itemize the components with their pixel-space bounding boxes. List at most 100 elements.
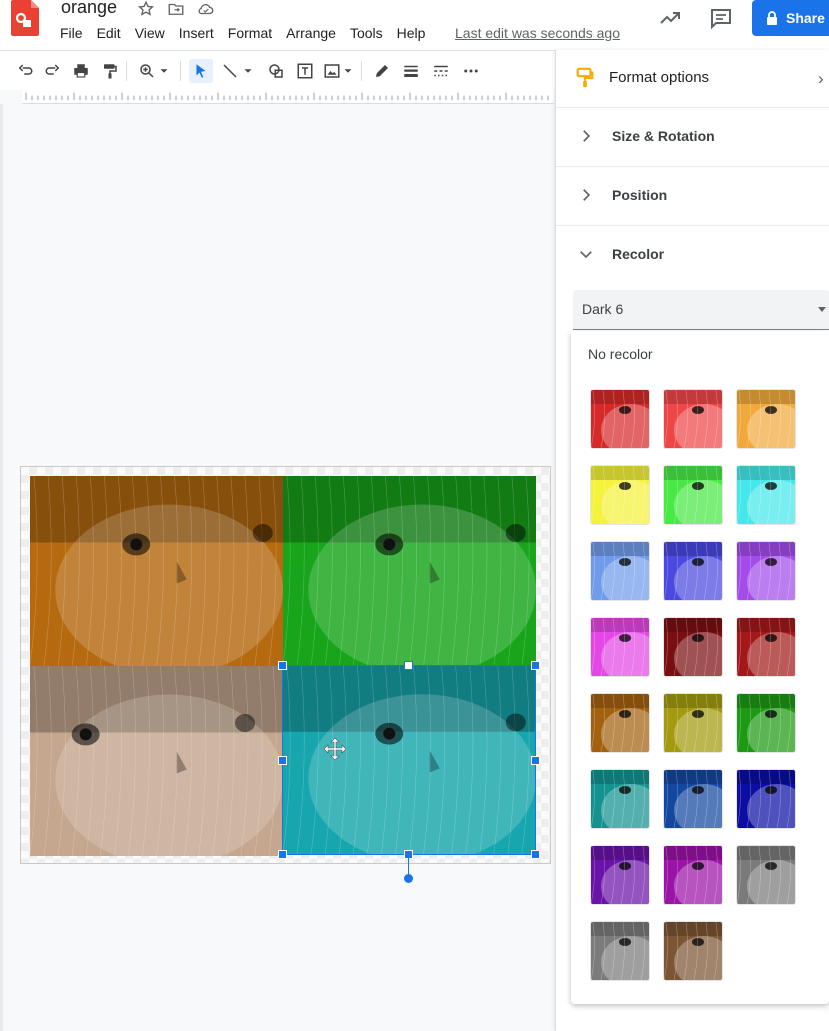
activity-dashboard-icon[interactable] [658, 6, 682, 30]
horizontal-ruler [22, 90, 554, 104]
recolor-swatch[interactable] [591, 390, 649, 448]
recolor-swatch[interactable] [591, 922, 649, 980]
section-recolor[interactable]: Recolor [556, 225, 829, 295]
resize-handle[interactable] [531, 661, 540, 670]
shape-icon [269, 64, 283, 78]
recolor-swatch[interactable] [664, 846, 722, 904]
recolor-swatch[interactable] [591, 466, 649, 524]
swatch-preview [664, 542, 722, 600]
chevron-right-icon [583, 189, 591, 201]
recolor-swatch[interactable] [737, 618, 795, 676]
menu-help[interactable]: Help [397, 25, 426, 41]
shape-tool-button[interactable] [264, 59, 288, 83]
menu-arrange[interactable]: Arrange [286, 25, 336, 41]
border-dash-button[interactable] [429, 59, 453, 83]
move-folder-icon[interactable] [166, 0, 186, 18]
share-button[interactable]: Share [752, 0, 829, 36]
recolor-swatch[interactable] [664, 390, 722, 448]
recolor-swatch[interactable] [591, 542, 649, 600]
image-dropdown[interactable] [341, 59, 355, 83]
resize-handle[interactable] [278, 756, 287, 765]
section-size-rotation[interactable]: Size & Rotation [556, 107, 829, 166]
close-icon[interactable]: › [818, 69, 824, 89]
menu-edit[interactable]: Edit [97, 25, 121, 41]
resize-handle[interactable] [531, 850, 540, 859]
more-button[interactable] [459, 59, 483, 83]
menu-view[interactable]: View [135, 25, 165, 41]
border-weight-button[interactable] [399, 59, 423, 83]
no-recolor-option[interactable]: No recolor [588, 346, 653, 362]
border-weight-icon [404, 65, 418, 77]
recolor-swatch[interactable] [591, 770, 649, 828]
swatch-preview [737, 618, 795, 676]
recolor-swatch[interactable] [591, 618, 649, 676]
swatch-preview [664, 466, 722, 524]
swatch-preview [591, 922, 649, 980]
recolor-swatch[interactable] [664, 770, 722, 828]
recolor-swatch[interactable] [737, 694, 795, 752]
print-button[interactable] [69, 59, 93, 83]
resize-handle[interactable] [531, 756, 540, 765]
swatch-preview [591, 618, 649, 676]
document-title[interactable]: orange [61, 0, 117, 18]
text-box-button[interactable] [293, 59, 317, 83]
resize-handle[interactable] [404, 661, 413, 670]
rotation-handle[interactable] [404, 874, 413, 883]
section-label: Recolor [612, 246, 665, 262]
swatch-preview [737, 694, 795, 752]
section-label: Position [612, 187, 668, 203]
menu-format[interactable]: Format [228, 25, 272, 41]
recolor-dropdown-menu: No recolor [571, 331, 829, 1004]
resize-handle[interactable] [278, 850, 287, 859]
chevron-right-icon [583, 130, 591, 142]
recolor-swatch[interactable] [737, 466, 795, 524]
recolor-swatch[interactable] [737, 770, 795, 828]
paint-format-button[interactable] [98, 59, 122, 83]
select-tool-button[interactable] [189, 59, 213, 83]
recolor-swatch[interactable] [664, 542, 722, 600]
cloud-status-icon[interactable] [196, 0, 216, 18]
cat-image-green[interactable] [283, 476, 536, 666]
resize-handle[interactable] [278, 661, 287, 670]
swatch-preview [664, 618, 722, 676]
cat-image-original[interactable] [30, 666, 283, 856]
border-color-button[interactable] [370, 59, 394, 83]
star-icon[interactable] [136, 0, 156, 18]
swatch-preview [591, 770, 649, 828]
recolor-swatch[interactable] [664, 694, 722, 752]
recolor-swatch[interactable] [591, 846, 649, 904]
paint-roller-icon [576, 67, 594, 88]
swatch-preview [664, 922, 722, 980]
title-icons [136, 0, 216, 18]
recolor-swatch[interactable] [664, 466, 722, 524]
recolor-select[interactable]: Dark 6 [573, 290, 829, 330]
recolor-swatch[interactable] [664, 922, 722, 980]
undo-button[interactable] [13, 59, 37, 83]
last-edit-link[interactable]: Last edit was seconds ago [455, 25, 620, 41]
zoom-dropdown[interactable] [157, 59, 171, 83]
slides-logo-icon[interactable] [11, 0, 39, 36]
cursor-icon [196, 64, 206, 78]
line-tool-button[interactable] [218, 59, 242, 83]
recolor-swatch[interactable] [737, 846, 795, 904]
section-position[interactable]: Position [556, 166, 829, 225]
recolor-swatch[interactable] [737, 542, 795, 600]
recolor-swatch[interactable] [664, 618, 722, 676]
menu-tools[interactable]: Tools [350, 25, 383, 41]
menu-insert[interactable]: Insert [179, 25, 214, 41]
recolor-swatch[interactable] [737, 390, 795, 448]
cat-image-orange[interactable] [30, 476, 283, 666]
undo-icon [18, 64, 33, 75]
text-box-icon [297, 63, 313, 79]
menu-file[interactable]: File [60, 25, 83, 41]
redo-button[interactable] [41, 59, 65, 83]
cat-photo [30, 666, 283, 856]
pencil-icon [376, 65, 388, 77]
swatch-preview [737, 466, 795, 524]
line-dropdown[interactable] [241, 59, 255, 83]
zoom-button[interactable] [135, 59, 159, 83]
cat-photo [283, 476, 536, 666]
comments-icon[interactable] [709, 6, 733, 30]
swatch-preview [591, 846, 649, 904]
recolor-swatch[interactable] [591, 694, 649, 752]
